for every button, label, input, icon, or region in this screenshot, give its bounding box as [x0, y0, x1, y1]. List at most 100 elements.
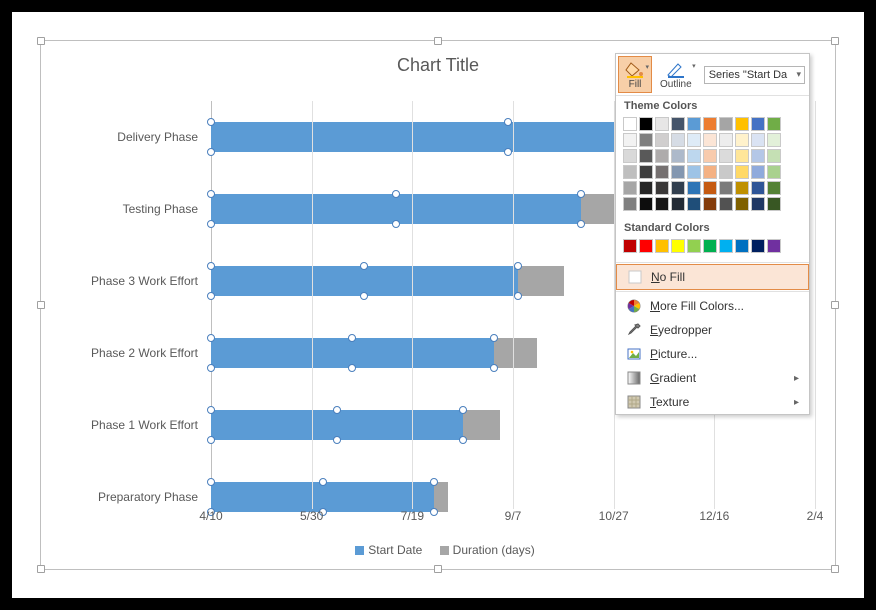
data-point-handle[interactable]	[207, 220, 215, 228]
color-swatch[interactable]	[687, 239, 701, 253]
data-point-handle[interactable]	[490, 334, 498, 342]
color-swatch[interactable]	[751, 165, 765, 179]
color-swatch[interactable]	[719, 117, 733, 131]
color-swatch[interactable]	[735, 149, 749, 163]
color-swatch[interactable]	[719, 149, 733, 163]
color-swatch[interactable]	[687, 165, 701, 179]
color-swatch[interactable]	[687, 133, 701, 147]
data-point-handle[interactable]	[490, 364, 498, 372]
resize-handle[interactable]	[37, 37, 45, 45]
resize-handle[interactable]	[434, 565, 442, 573]
color-swatch[interactable]	[735, 181, 749, 195]
eyedropper-item[interactable]: Eyedropper	[616, 318, 809, 342]
color-swatch[interactable]	[671, 165, 685, 179]
color-swatch[interactable]	[655, 181, 669, 195]
texture-item[interactable]: Texture ▸	[616, 390, 809, 414]
color-swatch[interactable]	[671, 197, 685, 211]
color-swatch[interactable]	[623, 197, 637, 211]
color-swatch[interactable]	[719, 181, 733, 195]
picture-item[interactable]: Picture...	[616, 342, 809, 366]
no-fill-item[interactable]: No Fill	[616, 264, 809, 290]
color-swatch[interactable]	[639, 181, 653, 195]
data-point-handle[interactable]	[430, 478, 438, 486]
color-swatch[interactable]	[671, 133, 685, 147]
resize-handle[interactable]	[831, 565, 839, 573]
color-swatch[interactable]	[767, 197, 781, 211]
color-swatch[interactable]	[687, 181, 701, 195]
color-swatch[interactable]	[687, 117, 701, 131]
color-swatch[interactable]	[719, 239, 733, 253]
color-swatch[interactable]	[639, 149, 653, 163]
data-point-handle[interactable]	[319, 478, 327, 486]
color-swatch[interactable]	[639, 239, 653, 253]
data-point-handle[interactable]	[514, 262, 522, 270]
legend[interactable]: Start Date Duration (days)	[41, 543, 835, 557]
data-point-handle[interactable]	[207, 364, 215, 372]
color-swatch[interactable]	[735, 239, 749, 253]
color-swatch[interactable]	[639, 165, 653, 179]
color-swatch[interactable]	[687, 149, 701, 163]
fill-button[interactable]: ▾ Fill	[618, 56, 652, 93]
color-swatch[interactable]	[703, 117, 717, 131]
data-point-handle[interactable]	[207, 334, 215, 342]
bar-duration[interactable]	[494, 338, 537, 368]
color-swatch[interactable]	[655, 149, 669, 163]
color-swatch[interactable]	[671, 181, 685, 195]
data-point-handle[interactable]	[207, 436, 215, 444]
data-point-handle[interactable]	[207, 262, 215, 270]
color-swatch[interactable]	[639, 133, 653, 147]
bar-duration[interactable]	[463, 410, 499, 440]
data-point-handle[interactable]	[392, 220, 400, 228]
more-fill-colors-item[interactable]: More Fill Colors...	[616, 294, 809, 318]
data-point-handle[interactable]	[577, 220, 585, 228]
color-swatch[interactable]	[767, 149, 781, 163]
data-point-handle[interactable]	[360, 292, 368, 300]
color-swatch[interactable]	[719, 133, 733, 147]
data-point-handle[interactable]	[207, 292, 215, 300]
data-point-handle[interactable]	[207, 190, 215, 198]
color-swatch[interactable]	[767, 117, 781, 131]
resize-handle[interactable]	[831, 301, 839, 309]
data-point-handle[interactable]	[392, 190, 400, 198]
color-swatch[interactable]	[703, 239, 717, 253]
color-swatch[interactable]	[767, 133, 781, 147]
data-point-handle[interactable]	[333, 436, 341, 444]
resize-handle[interactable]	[831, 37, 839, 45]
color-swatch[interactable]	[623, 117, 637, 131]
data-point-handle[interactable]	[360, 262, 368, 270]
color-swatch[interactable]	[751, 149, 765, 163]
color-swatch[interactable]	[671, 239, 685, 253]
color-swatch[interactable]	[623, 149, 637, 163]
color-swatch[interactable]	[655, 239, 669, 253]
data-point-handle[interactable]	[348, 334, 356, 342]
data-point-handle[interactable]	[577, 190, 585, 198]
data-point-handle[interactable]	[459, 436, 467, 444]
color-swatch[interactable]	[751, 117, 765, 131]
color-swatch[interactable]	[719, 165, 733, 179]
color-swatch[interactable]	[767, 181, 781, 195]
color-swatch[interactable]	[639, 117, 653, 131]
data-point-handle[interactable]	[459, 406, 467, 414]
color-swatch[interactable]	[655, 197, 669, 211]
color-swatch[interactable]	[751, 239, 765, 253]
data-point-handle[interactable]	[207, 118, 215, 126]
resize-handle[interactable]	[434, 37, 442, 45]
color-swatch[interactable]	[703, 165, 717, 179]
color-swatch[interactable]	[703, 181, 717, 195]
color-swatch[interactable]	[623, 133, 637, 147]
color-swatch[interactable]	[703, 149, 717, 163]
data-point-handle[interactable]	[504, 148, 512, 156]
color-swatch[interactable]	[767, 165, 781, 179]
color-swatch[interactable]	[767, 239, 781, 253]
data-point-handle[interactable]	[207, 148, 215, 156]
data-point-handle[interactable]	[207, 478, 215, 486]
color-swatch[interactable]	[703, 133, 717, 147]
bar-duration[interactable]	[518, 266, 564, 296]
color-swatch[interactable]	[703, 197, 717, 211]
gradient-item[interactable]: Gradient ▸	[616, 366, 809, 390]
series-selector[interactable]: Series "Start Da	[700, 54, 809, 95]
color-swatch[interactable]	[655, 117, 669, 131]
color-swatch[interactable]	[655, 165, 669, 179]
color-swatch[interactable]	[735, 133, 749, 147]
color-swatch[interactable]	[671, 149, 685, 163]
